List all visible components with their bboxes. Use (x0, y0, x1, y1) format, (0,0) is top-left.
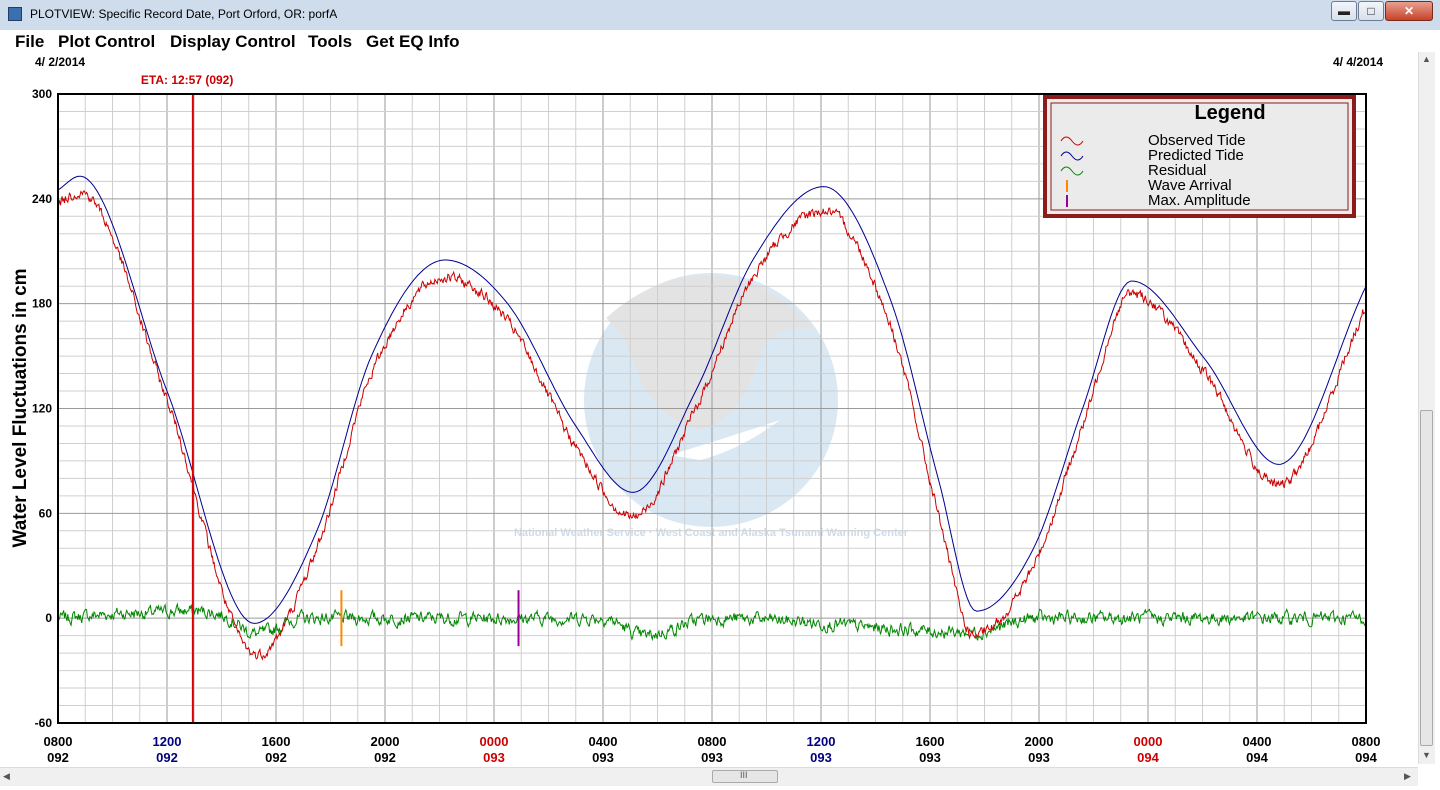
menu-display-control[interactable]: Display Control (170, 32, 296, 52)
scroll-down-icon[interactable]: ▼ (1422, 750, 1431, 760)
y-tick-label: 120 (32, 402, 52, 416)
app-icon (8, 7, 22, 21)
tide-chart: National Weather Service · West Coast an… (10, 55, 1383, 765)
x-tick-time-label: 1200 (153, 734, 182, 749)
scroll-up-icon[interactable]: ▲ (1422, 54, 1431, 64)
x-tick-day-label: 094 (1246, 750, 1268, 765)
y-tick-label: 240 (32, 192, 52, 206)
start-date-label: 4/ 2/2014 (35, 55, 85, 69)
horizontal-scroll-thumb[interactable]: III (712, 770, 778, 783)
y-tick-label: 0 (45, 611, 52, 625)
minimize-button[interactable]: ▬ (1331, 1, 1357, 21)
scroll-right-icon[interactable]: ▶ (1404, 771, 1411, 782)
x-tick-time-label: 0000 (1134, 734, 1163, 749)
watermark-text: National Weather Service · West Coast an… (514, 527, 909, 539)
x-tick-day-label: 093 (919, 750, 941, 765)
legend-title: Legend (1194, 102, 1265, 124)
x-tick-time-label: 0000 (480, 734, 509, 749)
menu-get-eq-info[interactable]: Get EQ Info (366, 32, 460, 52)
x-tick-time-label: 0800 (698, 734, 727, 749)
x-tick-time-label: 2000 (371, 734, 400, 749)
x-tick-time-label: 0800 (1352, 734, 1381, 749)
scroll-left-icon[interactable]: ◀ (3, 771, 10, 782)
menu-tools[interactable]: Tools (308, 32, 352, 52)
x-tick-day-label: 094 (1355, 750, 1377, 765)
y-tick-label: 180 (32, 297, 52, 311)
y-tick-label: 300 (32, 87, 52, 101)
window-title: PLOTVIEW: Specific Record Date, Port Orf… (30, 7, 338, 21)
x-tick-time-label: 0400 (589, 734, 618, 749)
scroll-grip-icon: III (740, 770, 748, 780)
close-button[interactable]: ✕ (1385, 1, 1433, 21)
horizontal-scrollbar[interactable]: ◀ III ▶ (0, 767, 1418, 786)
menu-plot-control[interactable]: Plot Control (58, 32, 155, 52)
maximize-button[interactable]: □ (1358, 1, 1384, 21)
x-tick-day-label: 093 (483, 750, 505, 765)
x-tick-day-label: 092 (156, 750, 178, 765)
x-tick-day-label: 092 (47, 750, 69, 765)
y-tick-label: -60 (35, 716, 53, 730)
x-tick-day-label: 092 (265, 750, 287, 765)
eta-label: ETA: 12:57 (092) (141, 73, 233, 87)
x-tick-time-label: 1200 (807, 734, 836, 749)
x-tick-time-label: 0400 (1243, 734, 1272, 749)
menu-file[interactable]: File (15, 32, 44, 52)
x-tick-day-label: 093 (1028, 750, 1050, 765)
x-tick-day-label: 093 (592, 750, 614, 765)
title-bar: PLOTVIEW: Specific Record Date, Port Orf… (0, 0, 1440, 31)
menu-bar: File Plot Control Display Control Tools … (0, 30, 1440, 52)
y-axis-label: Water Level Fluctuations in cm (10, 268, 31, 547)
legend: Legend Observed TidePredicted TideResidu… (1043, 95, 1356, 218)
x-tick-time-label: 0800 (44, 734, 73, 749)
y-tick-label: 60 (39, 506, 53, 520)
vertical-scroll-thumb[interactable] (1420, 410, 1433, 746)
x-tick-time-label: 2000 (1025, 734, 1054, 749)
x-tick-day-label: 092 (374, 750, 396, 765)
vertical-scrollbar[interactable]: ▲ ▼ (1418, 52, 1435, 764)
legend-entry-label: Max. Amplitude (1148, 192, 1251, 209)
x-tick-day-label: 094 (1137, 750, 1159, 765)
x-tick-day-label: 093 (810, 750, 832, 765)
end-date-label: 4/ 4/2014 (1333, 55, 1383, 69)
x-tick-day-label: 093 (701, 750, 723, 765)
x-tick-time-label: 1600 (916, 734, 945, 749)
x-tick-time-label: 1600 (262, 734, 291, 749)
noaa-watermark: National Weather Service · West Coast an… (514, 273, 909, 539)
